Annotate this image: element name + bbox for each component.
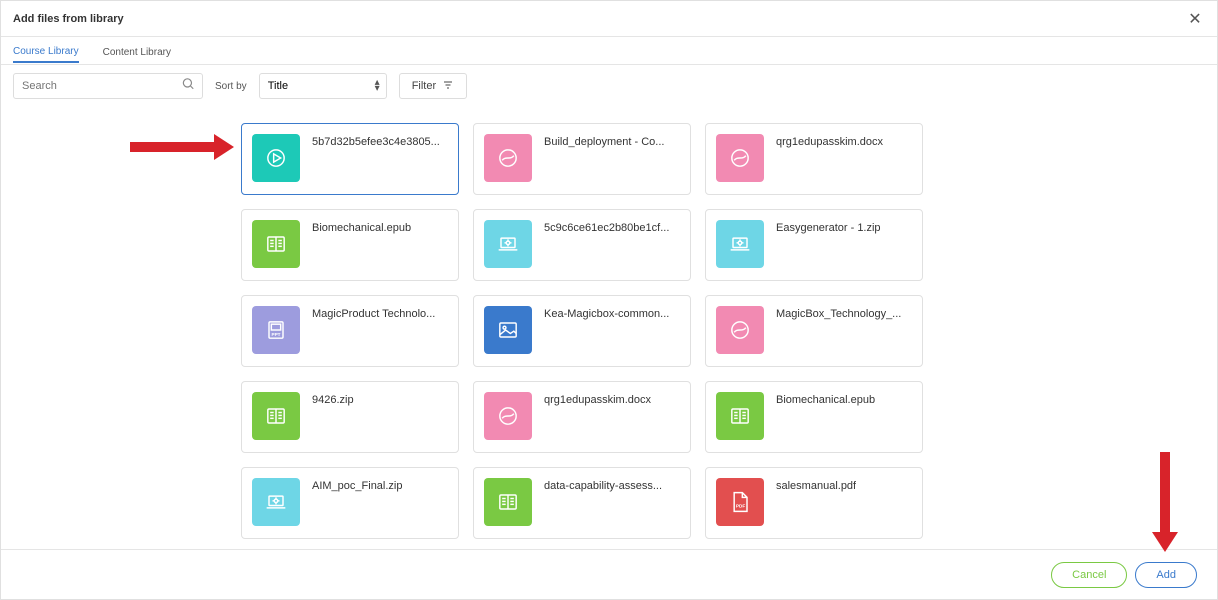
library-tabs: Course Library Content Library [1, 41, 1217, 65]
file-card[interactable]: MagicBox_Technology_... [705, 295, 923, 367]
scorm-icon [716, 134, 764, 182]
laptop-icon [716, 220, 764, 268]
file-card[interactable]: 5b7d32b5efee3c4e3805... [241, 123, 459, 195]
modal-footer: Cancel Add [1, 549, 1217, 599]
file-name: MagicProduct Technolo... [312, 306, 435, 320]
file-name: AIM_poc_Final.zip [312, 478, 403, 492]
file-name: Build_deployment - Co... [544, 134, 664, 148]
annotation-arrow-1 [130, 132, 234, 162]
annotation-arrow-2 [1150, 452, 1180, 552]
file-name: qrg1edupasskim.docx [776, 134, 883, 148]
book-icon [252, 220, 300, 268]
sort-value: Title [268, 80, 288, 92]
search-icon [181, 77, 195, 96]
laptop-icon [252, 478, 300, 526]
svg-text:PDF: PDF [736, 503, 745, 508]
scorm-icon [484, 134, 532, 182]
file-card[interactable]: Build_deployment - Co... [473, 123, 691, 195]
filter-button[interactable]: Filter [399, 73, 467, 99]
file-name: Kea-Magicbox-common... [544, 306, 669, 320]
file-card[interactable]: Biomechanical.epub [705, 381, 923, 453]
sort-label: Sort by [215, 81, 247, 92]
close-button[interactable]: ✕ [1185, 9, 1205, 29]
file-name: 9426.zip [312, 392, 354, 406]
scorm-icon [716, 306, 764, 354]
book-icon [716, 392, 764, 440]
file-card[interactable]: 9426.zip [241, 381, 459, 453]
file-card[interactable]: qrg1edupasskim.docx [473, 381, 691, 453]
filter-label: Filter [412, 80, 436, 92]
file-name: Biomechanical.epub [312, 220, 411, 234]
file-name: MagicBox_Technology_... [776, 306, 901, 320]
chevron-updown-icon: ▴▾ [375, 80, 380, 92]
file-card[interactable]: Biomechanical.epub [241, 209, 459, 281]
file-name: Biomechanical.epub [776, 392, 875, 406]
sort-select[interactable]: Title ▴▾ [259, 73, 387, 99]
file-name: Easygenerator - 1.zip [776, 220, 881, 234]
toolbar: Sort by Title ▴▾ Filter [1, 65, 1217, 107]
file-card[interactable]: Easygenerator - 1.zip [705, 209, 923, 281]
tab-content-library[interactable]: Content Library [103, 43, 171, 62]
file-card[interactable]: qrg1edupasskim.docx [705, 123, 923, 195]
file-card[interactable]: data-capability-assess... [473, 467, 691, 539]
tab-course-library[interactable]: Course Library [13, 42, 79, 63]
file-name: salesmanual.pdf [776, 478, 856, 492]
modal-header: Add files from library ✕ [1, 1, 1217, 37]
file-card[interactable]: PDF salesmanual.pdf [705, 467, 923, 539]
pdf-icon: PDF [716, 478, 764, 526]
svg-text:PPT: PPT [271, 332, 280, 337]
play-icon [252, 134, 300, 182]
filter-icon [442, 79, 454, 94]
file-card[interactable]: 5c9c6ce61ec2b80be1cf... [473, 209, 691, 281]
laptop-icon [484, 220, 532, 268]
scorm-icon [484, 392, 532, 440]
add-files-modal: Add files from library ✕ Course Library … [0, 0, 1218, 600]
file-name: data-capability-assess... [544, 478, 662, 492]
file-name: 5c9c6ce61ec2b80be1cf... [544, 220, 669, 234]
ppt-icon: PPT [252, 306, 300, 354]
book-icon [252, 392, 300, 440]
modal-title: Add files from library [13, 13, 124, 25]
cancel-button[interactable]: Cancel [1051, 562, 1127, 588]
file-card[interactable]: PPT MagicProduct Technolo... [241, 295, 459, 367]
book-icon [484, 478, 532, 526]
file-card[interactable]: AIM_poc_Final.zip [241, 467, 459, 539]
file-name: qrg1edupasskim.docx [544, 392, 651, 406]
close-icon: ✕ [1188, 9, 1201, 29]
image-icon [484, 306, 532, 354]
search-input[interactable] [13, 73, 203, 99]
file-name: 5b7d32b5efee3c4e3805... [312, 134, 440, 148]
search-wrap [13, 73, 203, 99]
add-button[interactable]: Add [1135, 562, 1197, 588]
file-card[interactable]: Kea-Magicbox-common... [473, 295, 691, 367]
file-list: 5b7d32b5efee3c4e3805... Build_deployment … [1, 107, 1217, 549]
